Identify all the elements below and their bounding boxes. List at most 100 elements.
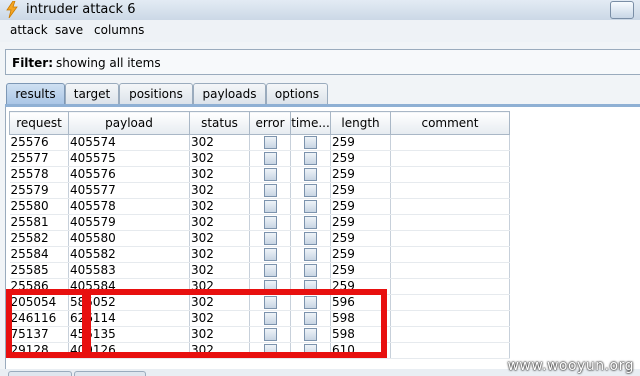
timeout-checkbox[interactable] [304,200,317,213]
timeout-cell [290,326,331,343]
timeout-checkbox[interactable] [304,328,317,341]
filter-label: Filter: [12,56,54,70]
error-checkbox[interactable] [263,168,277,181]
tab-results[interactable]: results [6,83,65,104]
table-row[interactable]: 25579 405577 302 259 [9,182,510,199]
request-cell: 246116 [9,310,69,327]
table-row[interactable]: 25582 405580 302 259 [9,230,510,247]
column-header-comment[interactable]: comment [390,111,510,135]
timeout-checkbox[interactable] [304,136,317,149]
title-bar: intruder attack 6 [0,0,640,21]
request-cell: 25581 [9,214,69,231]
status-cell: 302 [189,182,250,199]
bottom-tab[interactable] [8,371,72,376]
window-control-button[interactable] [610,1,634,19]
bottom-tab[interactable] [74,371,146,376]
table-row[interactable]: 75137 455135 302 598 [9,326,510,343]
column-header-status[interactable]: status [189,111,250,135]
error-checkbox[interactable] [263,280,277,293]
timeout-checkbox[interactable] [304,168,317,181]
timeout-checkbox[interactable] [304,216,317,229]
table-row[interactable]: 25586 405584 302 259 [9,278,510,295]
column-header-error[interactable]: error [249,111,291,135]
tab-options[interactable]: options [266,83,328,104]
error-cell [249,214,291,231]
table-row[interactable]: 25585 405583 302 259 [9,262,510,279]
comment-cell [390,326,510,343]
menu-save[interactable]: save [55,23,83,37]
timeout-checkbox[interactable] [304,232,317,245]
timeout-checkbox[interactable] [304,296,317,309]
error-checkbox[interactable] [263,200,277,213]
error-cell [249,294,291,311]
comment-cell [390,230,510,247]
payload-cell: 405583 [68,262,190,279]
comment-cell [390,134,510,151]
request-cell: 25578 [9,166,69,183]
tab-positions[interactable]: positions [119,83,193,104]
error-checkbox[interactable] [263,264,277,277]
payload-cell: 455135 [68,326,190,343]
length-cell: 259 [330,198,391,215]
column-header-payload[interactable]: payload [68,111,190,135]
menu-attack[interactable]: attack [10,23,48,37]
length-cell: 596 [330,294,391,311]
request-cell: 25586 [9,278,69,295]
table-row[interactable]: 246116 626114 302 598 [9,310,510,327]
length-cell: 259 [330,230,391,247]
error-cell [249,262,291,279]
timeout-cell [290,182,331,199]
error-checkbox[interactable] [263,344,277,357]
error-checkbox[interactable] [263,248,277,261]
tab-target[interactable]: target [65,83,119,104]
timeout-cell [290,198,331,215]
error-cell [249,342,291,359]
table-row[interactable]: 25581 405579 302 259 [9,214,510,231]
comment-cell [390,342,510,359]
status-cell: 302 [189,150,250,167]
tab-payloads[interactable]: payloads [193,83,266,104]
error-checkbox[interactable] [263,296,277,309]
table-row[interactable]: 25584 405582 302 259 [9,246,510,263]
filter-bar[interactable]: Filter: showing all items [5,49,640,75]
comment-cell [390,294,510,311]
menu-columns[interactable]: columns [94,23,144,37]
status-cell: 302 [189,230,250,247]
timeout-checkbox[interactable] [304,248,317,261]
timeout-checkbox[interactable] [304,184,317,197]
error-checkbox[interactable] [263,152,277,165]
timeout-checkbox[interactable] [304,152,317,165]
comment-cell [390,246,510,263]
payload-cell: 405584 [68,278,190,295]
length-cell: 259 [330,182,391,199]
table-row[interactable]: 25576 405574 302 259 [9,134,510,151]
error-checkbox[interactable] [263,328,277,341]
error-cell [249,134,291,151]
table-row[interactable]: 205054 585052 302 596 [9,294,510,311]
timeout-checkbox[interactable] [304,264,317,277]
request-cell: 29128 [9,342,69,359]
request-cell: 75137 [9,326,69,343]
column-header-length[interactable]: length [330,111,391,135]
table-row[interactable]: 29128 409126 302 610 [9,342,510,359]
results-panel: request payload status error time... len… [5,107,640,369]
error-checkbox[interactable] [263,232,277,245]
table-row[interactable]: 25578 405576 302 259 [9,166,510,183]
error-checkbox[interactable] [263,184,277,197]
error-cell [249,230,291,247]
request-cell: 25576 [9,134,69,151]
timeout-cell [290,166,331,183]
column-header-request[interactable]: request [9,111,69,135]
column-header-timeout[interactable]: time... [290,111,331,135]
error-checkbox[interactable] [263,216,277,229]
status-cell: 302 [189,166,250,183]
error-checkbox[interactable] [263,136,277,149]
request-cell: 25584 [9,246,69,263]
timeout-checkbox[interactable] [304,312,317,325]
error-checkbox[interactable] [263,312,277,325]
timeout-cell [290,310,331,327]
table-row[interactable]: 25580 405578 302 259 [9,198,510,215]
timeout-checkbox[interactable] [304,344,317,357]
table-row[interactable]: 25577 405575 302 259 [9,150,510,167]
timeout-checkbox[interactable] [304,280,317,293]
